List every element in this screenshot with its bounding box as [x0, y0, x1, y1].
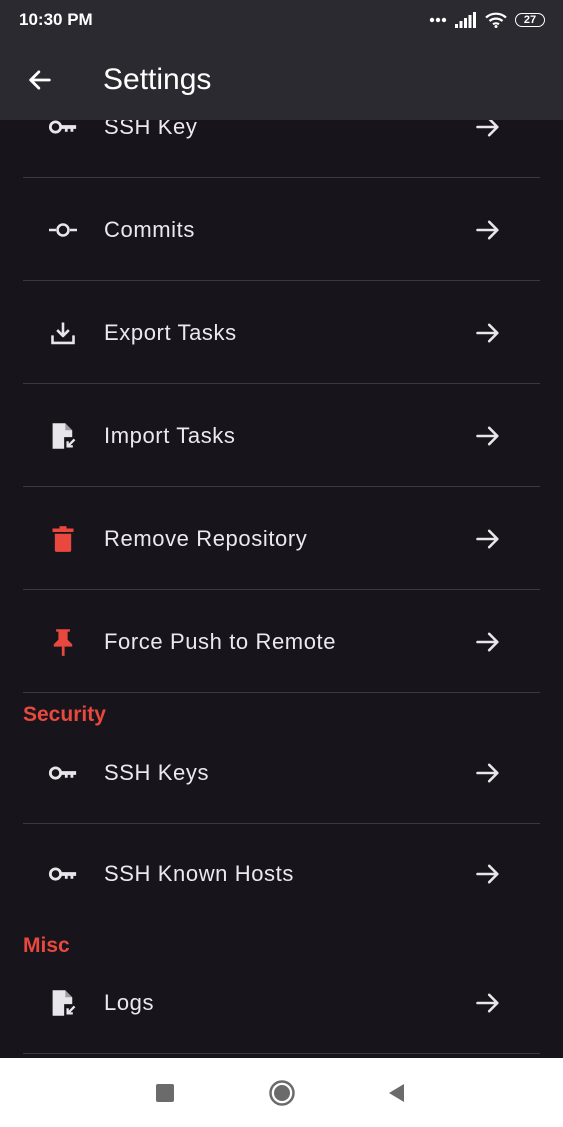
- back-triangle-icon[interactable]: [386, 1083, 406, 1103]
- settings-item-label: SSH Keys: [104, 759, 210, 785]
- more-dots-icon: [429, 17, 447, 23]
- settings-item-logs[interactable]: Logs: [23, 952, 540, 1054]
- settings-item-label: SSH Known Hosts: [104, 861, 294, 886]
- settings-item-label: Remove Repository: [104, 525, 308, 551]
- settings-item-label: Force Push to Remote: [104, 628, 337, 654]
- settings-item-import-tasks[interactable]: Import Tasks: [23, 385, 540, 487]
- settings-item-force-push[interactable]: Force Push to Remote: [23, 591, 540, 693]
- settings-item-label: Export Tasks: [104, 319, 237, 345]
- file-import-icon: [48, 421, 78, 451]
- status-icons: 27: [429, 12, 545, 28]
- download-icon: [48, 318, 78, 348]
- key-icon: [48, 758, 78, 788]
- arrow-right-icon: [476, 323, 499, 342]
- arrow-right-icon: [476, 220, 499, 239]
- signal-icon: [455, 12, 476, 28]
- commit-icon: [48, 215, 78, 245]
- settings-item-remove-repository[interactable]: Remove Repository: [23, 488, 540, 590]
- settings-list[interactable]: SSH Key Commits Export Tasks Import Task…: [0, 0, 563, 1058]
- home-circle-icon[interactable]: [268, 1079, 296, 1107]
- arrow-right-icon: [476, 993, 499, 1012]
- arrow-right-icon: [476, 529, 499, 548]
- settings-item-label: Import Tasks: [104, 422, 236, 448]
- settings-item-export-tasks[interactable]: Export Tasks: [23, 282, 540, 384]
- settings-item-label: Logs: [104, 989, 155, 1015]
- trash-icon: [48, 524, 78, 554]
- page-title: Settings: [103, 63, 212, 96]
- arrow-left-icon: [29, 70, 51, 90]
- recents-square-icon[interactable]: [156, 1084, 174, 1102]
- app-bar: Settings: [0, 40, 563, 120]
- arrow-right-icon: [476, 632, 499, 651]
- file-import-icon: [48, 988, 78, 1018]
- pin-icon: [48, 627, 78, 657]
- arrow-right-icon: [476, 426, 499, 445]
- key-icon: [48, 859, 78, 889]
- wifi-icon: [485, 12, 507, 28]
- screen: 10:30 PM 27 Settings SSH Key Commits Exp…: [0, 0, 563, 1127]
- settings-item-ssh-known-hosts[interactable]: SSH Known Hosts: [23, 823, 540, 925]
- back-button[interactable]: [0, 40, 80, 120]
- status-time: 10:30 PM: [19, 10, 93, 29]
- status-bar: 10:30 PM 27: [0, 0, 563, 40]
- settings-item-label: Commits: [104, 216, 195, 242]
- settings-item-ssh-keys[interactable]: SSH Keys: [23, 722, 540, 824]
- arrow-right-icon: [476, 763, 499, 782]
- settings-item-commits[interactable]: Commits: [23, 179, 540, 281]
- arrow-right-icon: [476, 864, 499, 884]
- system-nav-bar: [0, 1058, 563, 1127]
- battery-icon: 27: [515, 13, 545, 27]
- battery-level: 27: [523, 14, 537, 26]
